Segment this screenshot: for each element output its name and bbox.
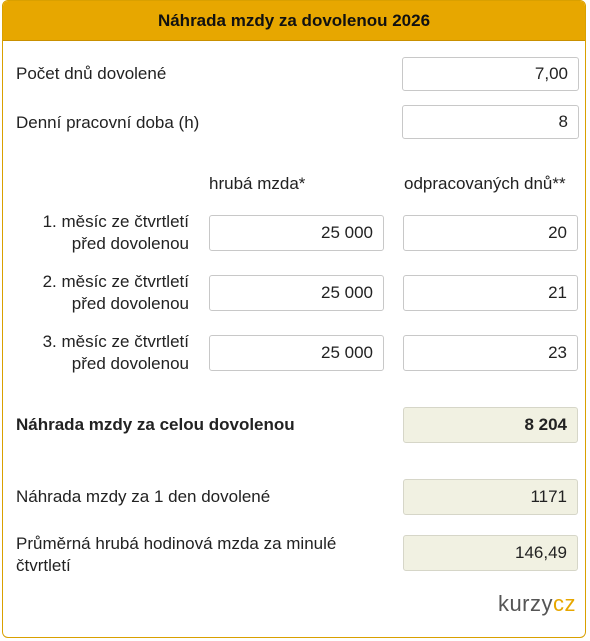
daily-hours-input[interactable] <box>402 105 579 139</box>
average-hourly-wage-label-line1: Průměrná hrubá hodinová mzda za minulé <box>16 534 337 553</box>
month-3-label-line2: před dovolenou <box>71 354 189 373</box>
month-1-days-input[interactable] <box>403 215 578 251</box>
month-1-gross-input[interactable] <box>209 215 384 251</box>
logo-part-kurzy: kurzy <box>497 591 553 616</box>
month-3-gross-input[interactable] <box>209 335 384 371</box>
daily-hours-label: Denní pracovní doba (h) <box>16 113 200 132</box>
month-3-label-line1: 3. měsíc ze čtvrtletí <box>42 332 189 351</box>
calculator-title: Náhrada mzdy za dovolenou 2026 <box>3 1 585 41</box>
logo-part-cz: cz <box>553 591 576 616</box>
month-2-label-line1: 2. měsíc ze čtvrtletí <box>42 272 189 291</box>
vacation-days-input[interactable] <box>402 57 579 91</box>
average-hourly-wage-label: Průměrná hrubá hodinová mzda za minulé č… <box>16 533 336 577</box>
average-hourly-wage-label-line2: čtvrtletí <box>16 556 71 575</box>
kurzy-logo[interactable]: kurzycz <box>498 591 576 617</box>
total-compensation-value: 8 204 <box>403 407 578 443</box>
per-day-compensation-label: Náhrada mzdy za 1 den dovolené <box>16 487 271 506</box>
month-1-label-line2: před dovolenou <box>71 234 189 253</box>
calculator-panel: Náhrada mzdy za dovolenou 2026 Počet dnů… <box>2 0 586 638</box>
average-hourly-wage-value: 146,49 <box>403 535 578 571</box>
month-2-label: 2. měsíc ze čtvrtletí před dovolenou <box>3 271 189 315</box>
month-3-label: 3. měsíc ze čtvrtletí před dovolenou <box>3 331 189 375</box>
month-1-label-line1: 1. měsíc ze čtvrtletí <box>42 212 189 231</box>
total-compensation-label: Náhrada mzdy za celou dovolenou <box>16 415 295 434</box>
worked-days-column-header: odpracovaných dnů** <box>404 174 566 193</box>
vacation-days-label: Počet dnů dovolené <box>16 64 167 83</box>
gross-wage-column-header: hrubá mzda* <box>209 174 306 193</box>
month-1-label: 1. měsíc ze čtvrtletí před dovolenou <box>3 211 189 255</box>
month-2-days-input[interactable] <box>403 275 578 311</box>
month-3-days-input[interactable] <box>403 335 578 371</box>
per-day-compensation-value: 1171 <box>403 479 578 515</box>
month-2-gross-input[interactable] <box>209 275 384 311</box>
month-2-label-line2: před dovolenou <box>71 294 189 313</box>
